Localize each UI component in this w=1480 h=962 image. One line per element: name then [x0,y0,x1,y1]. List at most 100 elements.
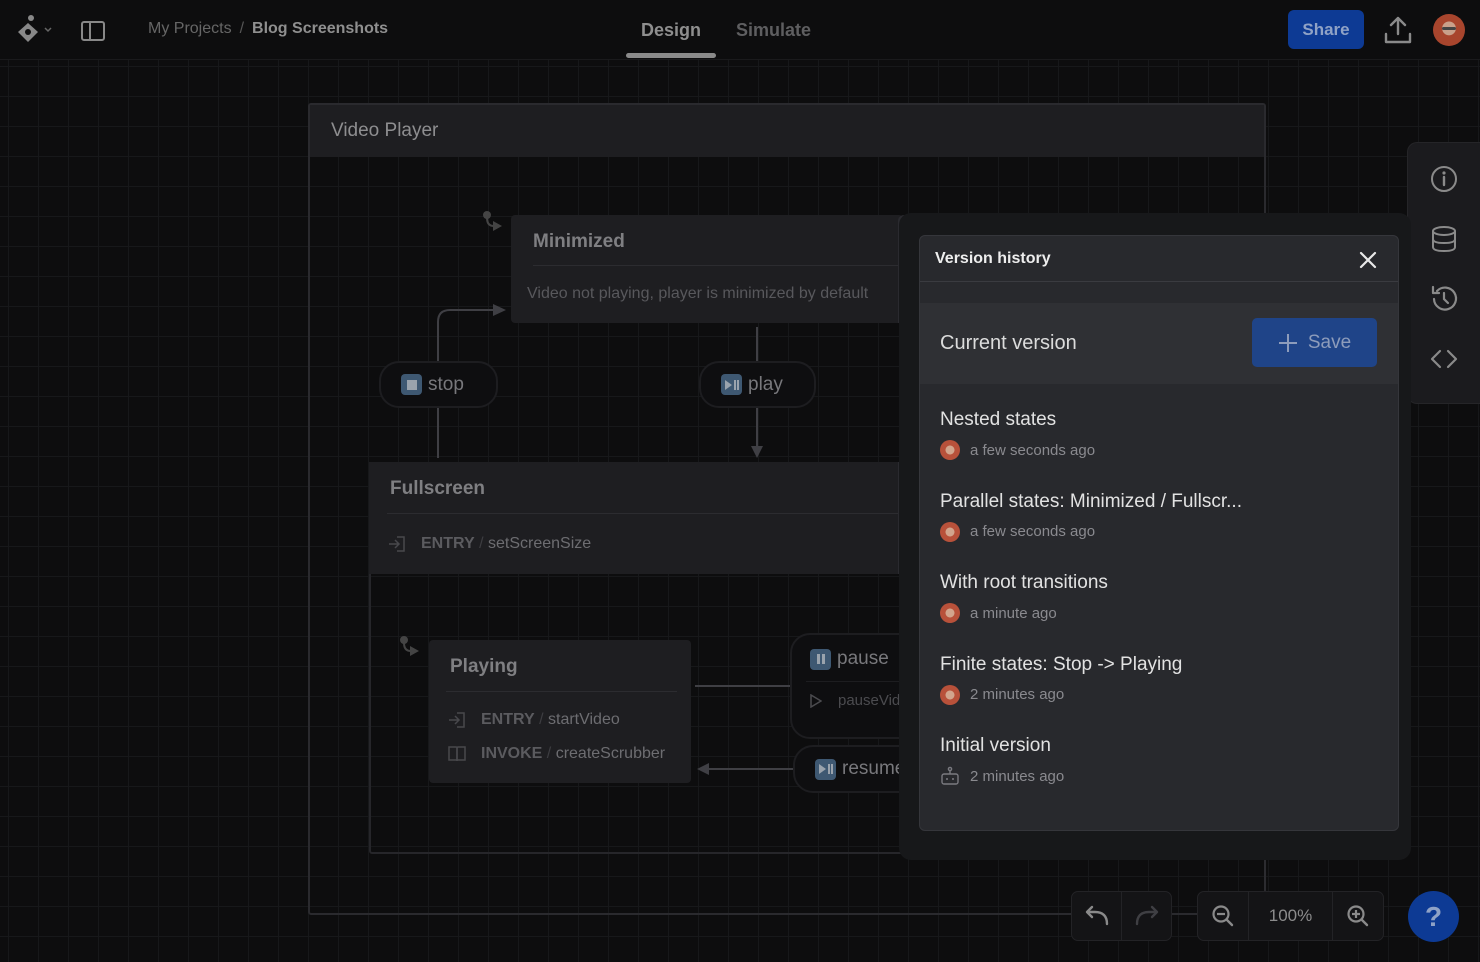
book-icon [448,746,466,762]
info-button[interactable] [1428,163,1460,195]
action-slash: / [479,535,484,552]
help-button[interactable]: ? [1408,891,1459,942]
version-item[interactable]: Initial version 2 minutes ago [920,732,1398,814]
tab-design[interactable]: Design [626,0,717,60]
root-state-header: Video Player [310,105,1264,157]
zoom-in-button[interactable] [1333,892,1383,940]
stop-icon [401,374,422,395]
state-playing[interactable]: Playing ENTRY / startVideo INVOKE / crea… [429,640,691,783]
pause-icon [810,648,831,670]
author-avatar [940,440,960,460]
version-title: Initial version [940,735,1051,756]
zoom-level[interactable]: 100% [1248,892,1333,940]
state-title: Fullscreen [390,478,486,499]
redo-button[interactable] [1121,892,1171,940]
action-kind: INVOKE [481,745,543,762]
breadcrumb: My Projects / Blog Screenshots [148,20,388,38]
current-version-label: Current version [940,332,1077,354]
code-button[interactable] [1428,343,1460,375]
close-panel-button[interactable] [1358,250,1378,270]
event-play[interactable]: play [699,361,816,408]
current-version-row: Current version Save [920,303,1398,384]
play-pause-icon [721,374,742,395]
play-pause-icon [815,758,836,780]
statelyai-logo-icon [18,15,52,42]
export-button[interactable] [1382,14,1414,46]
version-time: a minute ago [970,604,1057,622]
context-data-button[interactable] [1428,223,1460,255]
action-name: createScrubber [555,745,666,762]
version-time: 2 minutes ago [970,686,1065,703]
sidebar-toggle-button[interactable] [80,18,106,44]
action-kind: ENTRY [421,535,475,552]
action-name: setScreenSize [488,535,592,552]
entry-icon [389,536,405,552]
right-toolbar [1407,142,1480,404]
entry-action: ENTRY / setScreenSize [387,534,591,554]
save-label: Save [1307,331,1352,353]
version-history-button[interactable] [1428,283,1460,315]
save-version-button[interactable]: Save [1252,318,1377,367]
version-item[interactable]: With root transitions a minute ago [920,569,1398,651]
code-icon [1430,349,1458,369]
version-time: a few seconds ago [970,441,1096,459]
panel-header: Version history [920,236,1398,282]
state-fullscreen-header: Fullscreen ENTRY / setScreenSize [369,462,905,574]
event-label: pause [837,648,889,669]
version-title: Nested states [940,409,1057,430]
upload-icon [1384,16,1412,44]
action-slash: / [546,745,552,762]
action-name: startVideo [548,711,620,728]
breadcrumb-my-projects[interactable]: My Projects [148,20,232,38]
zoom-out-icon [1212,905,1234,927]
version-item[interactable]: Parallel states: Minimized / Fullscr... … [920,488,1398,570]
author-avatar [940,521,960,542]
app-logo-menu[interactable] [14,14,56,46]
state-description: Video not playing, player is minimized b… [527,285,869,302]
panel-title: Version history [935,249,1051,267]
state-minimized[interactable]: Minimized Video not playing, player is m… [511,215,903,323]
redo-icon [1135,905,1158,926]
event-label: play [748,373,783,395]
state-divider [533,265,903,266]
version-item[interactable]: Finite states: Stop -> Playing 2 minutes… [920,651,1398,733]
action-slash: / [539,711,544,728]
state-title: Playing [450,656,518,677]
author-avatar [940,603,960,623]
state-divider [387,513,905,514]
event-stop[interactable]: stop [379,361,498,408]
user-avatar[interactable] [1433,14,1465,46]
zoom-in-icon [1347,905,1369,927]
top-bar: My Projects / Blog Screenshots Design Si… [0,0,1480,60]
breadcrumb-current-project[interactable]: Blog Screenshots [252,20,388,38]
author-avatar [940,684,960,705]
panel-left-icon [81,21,105,41]
bot-icon [941,766,959,785]
version-title: Parallel states: Minimized / Fullscr... [940,490,1242,512]
history-icon [1431,285,1458,311]
plus-icon [1278,333,1297,352]
entry-action: ENTRY / startVideo [447,710,620,730]
version-title: With root transitions [940,572,1108,593]
share-button[interactable]: Share [1288,10,1364,49]
action-kind: ENTRY [481,711,535,728]
event-label: stop [428,373,464,395]
invoke-action: INVOKE / createScrubber [447,744,665,764]
version-item[interactable]: Nested states a few seconds ago [920,406,1398,488]
initial-state-marker-icon [483,211,502,231]
version-time: a few seconds ago [970,523,1096,540]
tab-simulate[interactable]: Simulate [721,0,826,60]
initial-state-marker-icon [400,636,419,656]
close-icon [1359,251,1377,269]
event-label: resume [842,758,906,779]
breadcrumb-separator: / [239,20,245,37]
version-list: Nested states a few seconds ago Parallel… [920,406,1398,814]
version-time: 2 minutes ago [970,767,1065,785]
action-play-icon [810,693,822,708]
undo-button[interactable] [1072,892,1121,940]
zoom-out-button[interactable] [1198,892,1248,940]
state-divider [446,691,677,692]
zoom-controls: 100% [1197,891,1384,941]
state-title: Minimized [533,231,625,252]
version-history-panel: Version history Current version Save Nes… [919,235,1399,831]
